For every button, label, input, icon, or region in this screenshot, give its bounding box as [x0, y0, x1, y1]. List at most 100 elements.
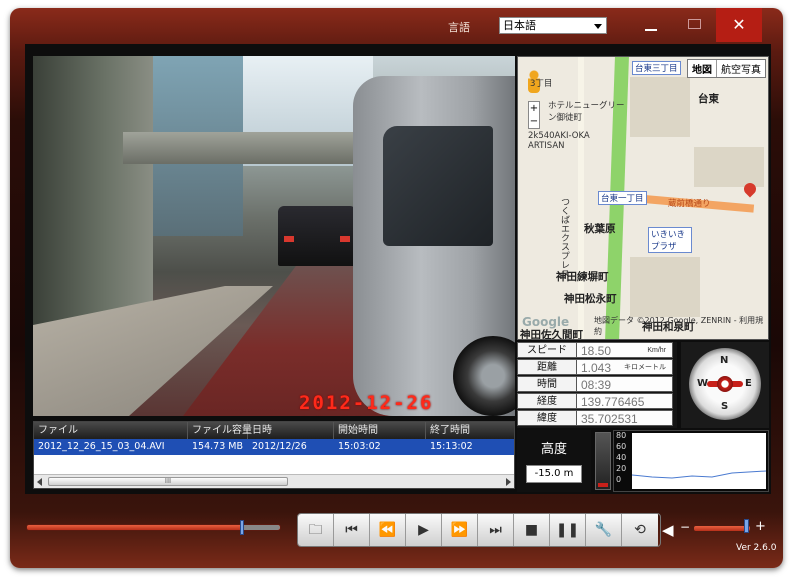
- map-label: いきいきプラザ: [648, 227, 692, 253]
- version-label: Ver 2.6.0: [736, 543, 777, 553]
- longitude-value: 139.776465: [577, 393, 673, 409]
- map-label: 蔵前橋通り: [668, 199, 711, 209]
- skip-back-button[interactable]: ⏮: [334, 514, 370, 546]
- col-size[interactable]: ファイル容量: [188, 422, 252, 439]
- video-view[interactable]: 2012-12-26 15:11:44: [33, 56, 515, 416]
- tick-label: 0: [616, 475, 622, 484]
- volume-slider[interactable]: [694, 526, 750, 531]
- latitude-value: 35.702531: [577, 410, 673, 426]
- altitude-gauge: [595, 432, 611, 490]
- col-file[interactable]: ファイル: [34, 422, 188, 439]
- language-select-value: 日本語: [503, 19, 536, 32]
- minimize-icon: [645, 29, 657, 31]
- map-label: 神田松永町: [564, 293, 617, 305]
- video-car: [278, 206, 356, 266]
- col-date[interactable]: 日時: [248, 422, 334, 439]
- skip-forward-button[interactable]: ⏭: [478, 514, 514, 546]
- rewind-button[interactable]: ⏪: [370, 514, 406, 546]
- map-label: 台東: [698, 93, 719, 105]
- repeat-button[interactable]: ⟲: [622, 514, 658, 546]
- volume-up-button[interactable]: +: [755, 519, 766, 534]
- speaker-icon[interactable]: ◀: [662, 521, 674, 539]
- map-attribution[interactable]: 地図データ ©2012 Google, ZENRIN - 利用規約: [594, 315, 768, 337]
- fast-forward-button[interactable]: ⏩: [442, 514, 478, 546]
- video-timestamp: 2012-12-26 15:11:44: [299, 392, 434, 416]
- altitude-line: [631, 470, 767, 479]
- table-row[interactable]: 2012_12_26_15_03_04.AVI 154.73 MB 2012/1…: [34, 439, 514, 455]
- language-label: 言語: [448, 21, 470, 34]
- speed-row: スピード 18.50 Km/hr: [517, 342, 677, 359]
- main-panel: 2012-12-26 15:11:44 ファイル ファイル容量 日時 開始時間 …: [25, 44, 771, 494]
- close-button[interactable]: ✕: [716, 8, 762, 42]
- zoom-in-button[interactable]: +: [529, 102, 539, 115]
- titlebar: 言語 日本語 ✕: [10, 8, 783, 52]
- scroll-left-icon[interactable]: [37, 478, 42, 486]
- col-start[interactable]: 開始時間: [334, 422, 426, 439]
- distance-number: 1.043: [581, 361, 612, 375]
- scroll-right-icon[interactable]: [506, 478, 511, 486]
- altitude-chart: 80 60 40 20 0: [613, 430, 769, 492]
- volume-handle[interactable]: [744, 519, 749, 533]
- compass-south: S: [721, 401, 729, 412]
- map-type-control: 地図 航空写真: [687, 59, 766, 78]
- col-end[interactable]: 終了時間: [426, 422, 514, 439]
- file-list-header: ファイル ファイル容量 日時 開始時間 終了時間: [34, 422, 514, 439]
- play-button[interactable]: ▶: [406, 514, 442, 546]
- map-label: 台東一丁目: [598, 191, 647, 205]
- seek-bar[interactable]: [26, 520, 281, 535]
- compass-hub: [717, 376, 733, 392]
- open-folder-button[interactable]: 🗀: [298, 514, 334, 546]
- map-label: 3丁目: [530, 79, 553, 89]
- cell-file: 2012_12_26_15_03_04.AVI: [38, 441, 165, 452]
- distance-row: 距離 1.043 キロメートル: [517, 359, 677, 376]
- map-type-satellite-button[interactable]: 航空写真: [716, 60, 765, 77]
- map-label: つくばエクスプレス: [559, 197, 569, 278]
- skip-back-icon: ⏮: [345, 522, 358, 538]
- seek-handle[interactable]: [240, 520, 244, 535]
- compass-north: N: [720, 355, 729, 366]
- map-label: 台東三丁目: [632, 61, 681, 75]
- video-van: [353, 76, 515, 416]
- speed-unit: Km/hr: [647, 347, 666, 354]
- pause-button[interactable]: ❚❚: [550, 514, 586, 546]
- volume-down-button[interactable]: −: [680, 520, 690, 534]
- playback-controls: 🗀 ⏮ ⏪ ▶ ⏩ ⏭ ■ ❚❚ 🔧 ⟲: [297, 513, 661, 547]
- time-label: 時間: [517, 376, 577, 392]
- map-view[interactable]: + − 地図 航空写真 台東三丁目 台東 3丁目 ホテルニューグリーン御徒町 2k…: [517, 56, 769, 340]
- wrench-icon: 🔧: [594, 522, 613, 538]
- seek-remaining: [244, 525, 280, 530]
- maximize-icon: [688, 19, 701, 29]
- tick-label: 60: [616, 442, 627, 451]
- map-label: 2k540AKI-OKA ARTISAN: [528, 131, 590, 151]
- time-row: 時間 08:39: [517, 376, 677, 393]
- close-icon: ✕: [732, 15, 746, 34]
- map-block: [630, 77, 690, 137]
- fast-forward-icon: ⏩: [450, 522, 469, 538]
- compass-east: E: [745, 378, 752, 389]
- cell-start: 15:03:02: [338, 441, 381, 452]
- map-block: [630, 257, 700, 317]
- cell-date: 2012/12/26: [252, 441, 307, 452]
- zoom-out-button[interactable]: −: [529, 115, 539, 128]
- cell-size: 154.73 MB: [192, 441, 243, 452]
- stop-button[interactable]: ■: [514, 514, 550, 546]
- map-type-map-button[interactable]: 地図: [688, 60, 716, 77]
- map-zoom-control[interactable]: + −: [528, 101, 540, 129]
- altitude-panel: 高度 -15.0 m: [517, 430, 591, 492]
- settings-button[interactable]: 🔧: [586, 514, 622, 546]
- horizontal-scrollbar[interactable]: III: [34, 474, 514, 488]
- longitude-row: 経度 139.776465: [517, 393, 677, 410]
- speed-label: スピード: [517, 342, 577, 358]
- stop-icon: ■: [524, 522, 539, 538]
- distance-value: 1.043 キロメートル: [577, 359, 673, 375]
- minimize-button[interactable]: [630, 8, 672, 42]
- folder-icon: 🗀: [308, 522, 323, 538]
- rewind-icon: ⏪: [378, 522, 397, 538]
- maximize-button[interactable]: [674, 8, 716, 42]
- van-window: [383, 126, 493, 246]
- file-list: ファイル ファイル容量 日時 開始時間 終了時間 2012_12_26_15_0…: [33, 421, 515, 489]
- chevron-down-icon: [594, 24, 602, 29]
- language-select[interactable]: 日本語: [499, 17, 607, 34]
- speed-value: 18.50 Km/hr: [577, 342, 673, 358]
- scroll-thumb[interactable]: III: [48, 477, 288, 486]
